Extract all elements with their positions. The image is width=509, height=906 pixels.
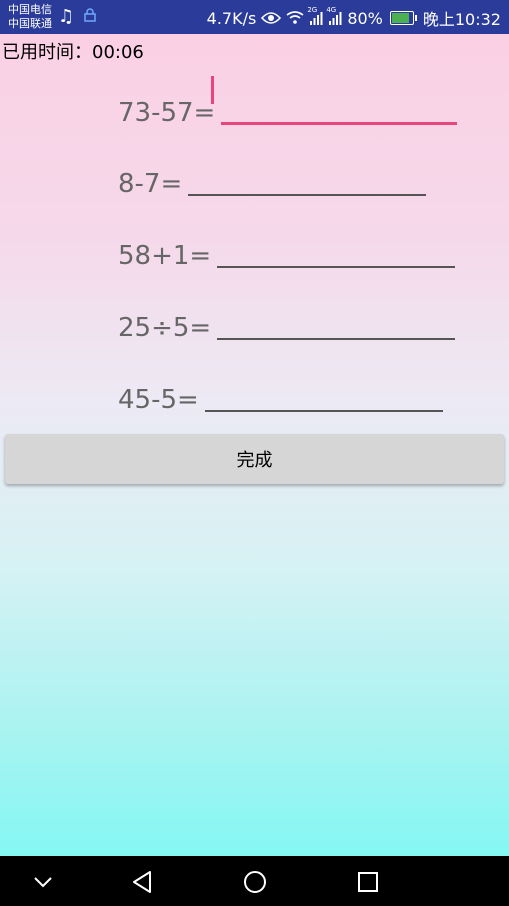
problem-expression: 25÷5= xyxy=(118,313,212,343)
carrier-info: 中国电信 中国联通 xyxy=(8,3,52,31)
notification-icons: ♫ xyxy=(58,6,96,27)
answer-input[interactable] xyxy=(217,266,456,268)
app-content: 已用时间：00:06 73-57= 8-7= 58+1= 25÷5= 45-5=… xyxy=(0,34,509,856)
wifi-icon xyxy=(286,11,304,25)
clock: 晚上10:32 xyxy=(422,10,501,29)
timer-value: 00:06 xyxy=(92,42,144,63)
battery-percent: 80% xyxy=(347,8,383,28)
problem-row: 8-7= xyxy=(118,169,427,199)
music-note-icon: ♫ xyxy=(58,6,75,27)
signal-icon-4g: 4G xyxy=(326,6,342,25)
navigation-bar xyxy=(0,856,509,906)
answer-input[interactable] xyxy=(217,338,456,340)
answer-input[interactable] xyxy=(188,194,427,196)
problem-expression: 45-5= xyxy=(118,385,199,415)
problem-expression: 8-7= xyxy=(118,169,183,199)
done-button[interactable]: 完成 xyxy=(5,434,504,484)
status-right: 4.7K/s 2G 4G 80% 晚上10:32 xyxy=(207,6,501,30)
problem-expression: 58+1= xyxy=(118,241,212,271)
lock-icon xyxy=(84,7,96,26)
network-type-2: 4G xyxy=(326,6,337,14)
carrier-1: 中国电信 xyxy=(8,3,52,16)
back-icon[interactable] xyxy=(129,869,155,895)
problem-row: 58+1= xyxy=(118,241,456,271)
recent-apps-icon[interactable] xyxy=(355,869,381,895)
problem-row: 45-5= xyxy=(118,385,443,415)
status-bar: 中国电信 中国联通 ♫ 4.7K/s 2G 4G 80% 晚上10:32 xyxy=(0,0,509,34)
problem-expression: 73-57= xyxy=(118,98,216,128)
eye-icon xyxy=(261,11,282,25)
problem-row: 25÷5= xyxy=(118,313,456,343)
network-speed: 4.7K/s xyxy=(206,8,257,28)
problem-row: 73-57= xyxy=(118,98,458,128)
network-type-1: 2G xyxy=(307,6,318,14)
home-icon[interactable] xyxy=(242,869,268,895)
timer-label: 已用时间： xyxy=(2,42,92,63)
battery-icon xyxy=(389,11,417,25)
elapsed-time: 已用时间：00:06 xyxy=(2,38,144,64)
answer-input[interactable] xyxy=(221,122,458,125)
chevron-down-icon[interactable] xyxy=(30,869,56,895)
answer-input[interactable] xyxy=(204,410,443,412)
text-cursor xyxy=(211,76,214,104)
signal-icon-2g: 2G xyxy=(307,6,323,25)
carrier-2: 中国联通 xyxy=(8,17,52,30)
